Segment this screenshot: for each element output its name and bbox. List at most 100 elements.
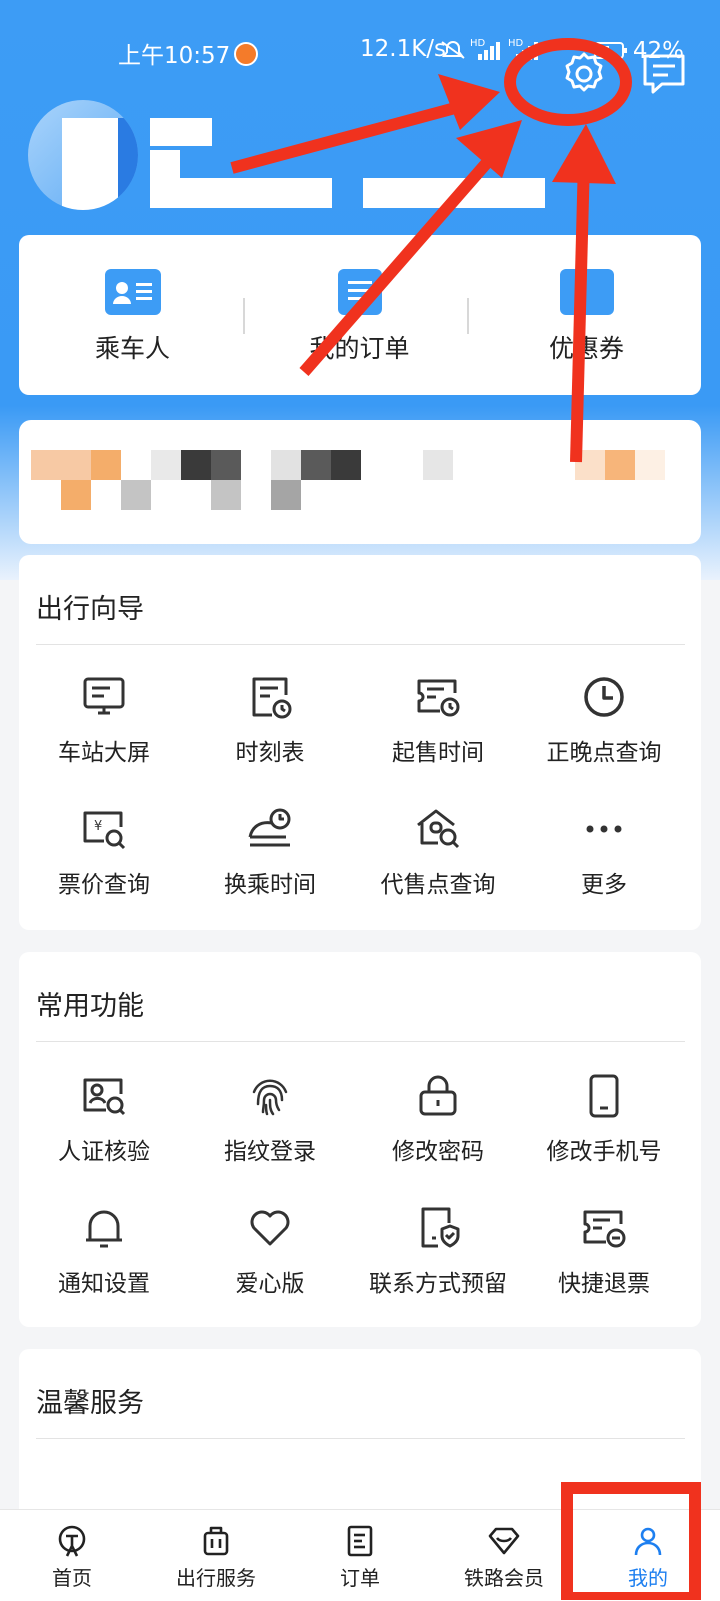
promo-banner[interactable] [19, 420, 701, 544]
divider [467, 298, 469, 334]
nav-label: 我的 [628, 1566, 668, 1590]
agency-search-icon [417, 809, 460, 849]
grid-label: 通知设置 [58, 1271, 150, 1297]
grid-label: 票价查询 [58, 872, 150, 898]
quick-label: 优惠券 [548, 334, 624, 363]
refund-ticket-icon [583, 1210, 626, 1248]
clock-icon [584, 677, 624, 717]
grid-care-mode[interactable]: 爱心版 [185, 1204, 355, 1298]
fare-search-icon: ¥ [83, 811, 126, 850]
grid-delay-query[interactable]: 正晚点查询 [519, 673, 689, 767]
lock-icon [419, 1075, 457, 1116]
nav-home[interactable]: 首页 [0, 1510, 144, 1601]
more-icon [586, 825, 622, 833]
grid-label: 人证核验 [58, 1139, 150, 1165]
grid-label: 指纹登录 [224, 1139, 316, 1165]
care-services-section: 温馨服务 [19, 1349, 701, 1519]
svg-text:¥: ¥ [94, 819, 102, 834]
grid-label: 时刻表 [235, 740, 305, 766]
gear-icon [565, 52, 603, 92]
id-card-icon [104, 269, 161, 315]
user-name-mosaic-2 [150, 150, 180, 180]
identity-verify-icon [83, 1078, 126, 1116]
bottom-nav: 首页 出行服务 订单 铁路会员 我的 [0, 1509, 720, 1601]
banner-mosaic [271, 450, 301, 480]
grid-notification-settings[interactable]: 通知设置 [19, 1204, 189, 1298]
notification-dot-icon [234, 42, 259, 66]
divider [36, 1041, 685, 1042]
order-icon [347, 1525, 373, 1557]
grid-identity-verify[interactable]: 人证核验 [19, 1072, 189, 1166]
grid-label: 联系方式预留 [369, 1271, 507, 1297]
nav-orders[interactable]: 订单 [288, 1510, 432, 1601]
user-icon [634, 1527, 662, 1556]
common-functions-section: 常用功能 人证核验 指纹登录 修改密码 修改手机号 通知设置 爱心版 联系方式预… [19, 952, 701, 1327]
banner-mosaic [211, 450, 241, 480]
banner-mosaic [271, 480, 301, 510]
station-screen-icon [83, 677, 125, 715]
order-list-icon [337, 269, 382, 315]
grid-fare-query[interactable]: ¥ 票价查询 [19, 805, 189, 899]
banner-mosaic [575, 450, 605, 480]
grid-change-password[interactable]: 修改密码 [353, 1072, 523, 1166]
grid-label: 更多 [581, 872, 627, 898]
banner-mosaic [423, 450, 453, 480]
nav-mine[interactable]: 我的 [576, 1510, 720, 1601]
grid-label: 修改密码 [392, 1139, 484, 1165]
heart-icon [250, 1210, 290, 1246]
banner-mosaic [635, 450, 665, 480]
timetable-icon [252, 677, 292, 719]
nav-label: 出行服务 [176, 1566, 256, 1590]
grid-transfer-time[interactable]: 换乘时间 [185, 805, 355, 899]
grid-label: 车站大屏 [58, 740, 150, 766]
avatar-mosaic-2 [118, 118, 138, 210]
grid-label: 换乘时间 [224, 872, 316, 898]
banner-mosaic [151, 450, 181, 480]
avatar-mosaic [62, 118, 118, 210]
grid-station-screen[interactable]: 车站大屏 [19, 673, 189, 767]
grid-sale-time[interactable]: 起售时间 [353, 673, 523, 767]
phone-icon [589, 1074, 619, 1118]
bell-icon [86, 1210, 122, 1248]
quick-my-orders[interactable]: 我的订单 [246, 235, 473, 395]
grid-contact-reserve[interactable]: 联系方式预留 [353, 1204, 523, 1298]
transfer-time-icon [248, 808, 291, 847]
avatar[interactable] [28, 100, 138, 210]
quick-passengers[interactable]: 乘车人 [19, 235, 246, 395]
banner-mosaic [301, 450, 331, 480]
grid-label: 快捷退票 [558, 1271, 650, 1297]
quick-coupons[interactable]: 优惠券 [473, 235, 700, 395]
banner-mosaic [605, 450, 635, 480]
network-speed: 12.1K/s [360, 36, 447, 62]
nav-railway-member[interactable]: 铁路会员 [432, 1510, 576, 1601]
status-time: 上午10:57 [118, 36, 259, 70]
divider [36, 1438, 685, 1439]
quick-label: 我的订单 [309, 334, 410, 363]
grid-quick-refund[interactable]: 快捷退票 [519, 1204, 689, 1298]
mute-icon [441, 41, 465, 59]
message-button[interactable] [640, 50, 688, 98]
grid-change-phone[interactable]: 修改手机号 [519, 1072, 689, 1166]
grid-more[interactable]: 更多 [519, 805, 689, 899]
grid-label: 代售点查询 [380, 872, 496, 898]
divider [36, 644, 685, 645]
grid-fingerprint-login[interactable]: 指纹登录 [185, 1072, 355, 1166]
user-name-mosaic [150, 118, 212, 146]
section-title: 温馨服务 [36, 1388, 144, 1419]
banner-mosaic [91, 450, 121, 480]
settings-button[interactable] [560, 50, 608, 98]
section-title: 常用功能 [36, 991, 144, 1022]
grid-timetable[interactable]: 时刻表 [185, 673, 355, 767]
banner-mosaic [121, 480, 151, 510]
banner-mosaic [211, 480, 241, 510]
nav-label: 首页 [52, 1566, 92, 1590]
nav-travel-services[interactable]: 出行服务 [144, 1510, 288, 1601]
contact-shield-icon [421, 1207, 460, 1248]
banner-mosaic [181, 450, 211, 480]
banner-mosaic [331, 450, 361, 480]
nav-label: 订单 [340, 1566, 380, 1590]
fingerprint-icon [252, 1079, 288, 1116]
grid-agency-query[interactable]: 代售点查询 [353, 805, 523, 899]
status-bar: 上午10:57 12.1K/s HD HD 42% [0, 0, 720, 100]
divider [243, 298, 245, 334]
